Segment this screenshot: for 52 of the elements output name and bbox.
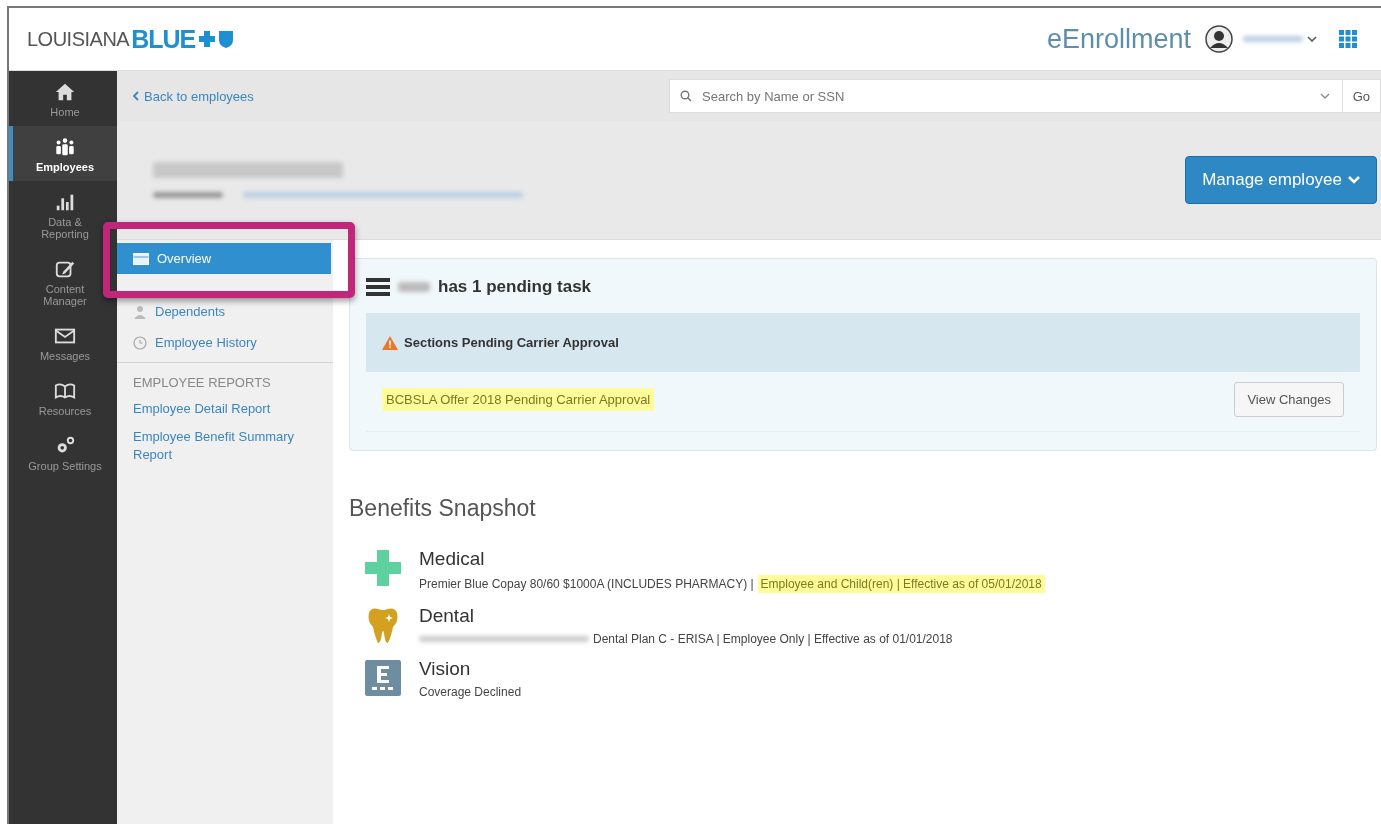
go-button[interactable]: Go (1342, 79, 1381, 113)
sub-nav-item[interactable]: Dependents (117, 296, 333, 327)
list-icon (366, 278, 390, 296)
nav-item[interactable]: Messages (9, 315, 117, 370)
warning-icon (382, 335, 398, 350)
report-link[interactable]: Employee Benefit Summary Report (133, 428, 317, 465)
section-title: Benefits Snapshot (349, 495, 537, 522)
sub-nav-item[interactable]: Employee History (117, 327, 333, 358)
people-icon (54, 136, 76, 158)
search-icon (680, 90, 692, 102)
highlighted-detail: Employee and Child(ren) | Effective as of 05/01/2018 (757, 575, 1045, 593)
home-icon (54, 81, 76, 103)
section-heading: EMPLOYEE REPORTS (133, 375, 272, 390)
benefit-name: Dental (419, 605, 475, 627)
task-title: has 1 pending task (438, 277, 592, 297)
benefit-detail: Dental Plan C - ERISA | Employee Only | Effective as of 01/01/2018 (593, 632, 953, 646)
logo-text: LOUISIANA (27, 27, 130, 51)
app-grid-icon[interactable] (1339, 30, 1357, 48)
benefit-detail: Premier Blue Copay 80/60 $1000A (INCLUDES PHARMACY) | (419, 577, 754, 591)
redacted-user-name (1243, 36, 1303, 42)
clock-icon (133, 335, 147, 350)
section-title: Sections Pending Carrier Approval (404, 335, 619, 350)
nav-item[interactable]: Home (9, 71, 117, 126)
nav-item[interactable]: Employees (9, 126, 117, 181)
nav-item[interactable]: Content Manager (9, 248, 117, 315)
eye-chart-icon (363, 658, 403, 698)
redacted-ssn (153, 192, 223, 198)
app-title: eEnrollment (1046, 23, 1191, 55)
manage-employee-button[interactable]: Manage employee (1185, 156, 1377, 204)
logo-text: BLUE (131, 24, 196, 54)
chevron-down-icon[interactable] (1319, 93, 1330, 99)
benefit-detail: Coverage Declined (419, 685, 522, 699)
report-link[interactable]: Employee Detail Report (133, 400, 317, 419)
book-icon (54, 380, 76, 402)
benefit-name: Vision (419, 658, 472, 680)
sub-nav-item[interactable]: Overview (117, 243, 331, 274)
redacted-name (398, 282, 430, 292)
view-changes-button[interactable]: View Changes (1234, 382, 1344, 417)
nav-item[interactable]: Group Settings (9, 425, 117, 480)
user-avatar-icon[interactable] (1205, 25, 1233, 53)
card-icon (133, 252, 149, 265)
search-field[interactable]: Search by Name or SSN (669, 79, 1343, 113)
nav-item[interactable]: Resources (9, 370, 117, 425)
cross-icon (363, 548, 403, 588)
pending-item-text: BCBSLA Offer 2018 Pending Carrier Approval (382, 388, 655, 411)
chevron-down-icon[interactable] (1307, 36, 1317, 42)
chevron-left-icon[interactable] (133, 91, 139, 101)
back-link[interactable]: Back to employees (144, 88, 254, 104)
benefit-name: Medical (419, 548, 486, 570)
nav-item[interactable]: Data & Reporting (9, 181, 117, 248)
chevron-down-icon (1348, 176, 1360, 184)
person-icon (133, 304, 147, 319)
